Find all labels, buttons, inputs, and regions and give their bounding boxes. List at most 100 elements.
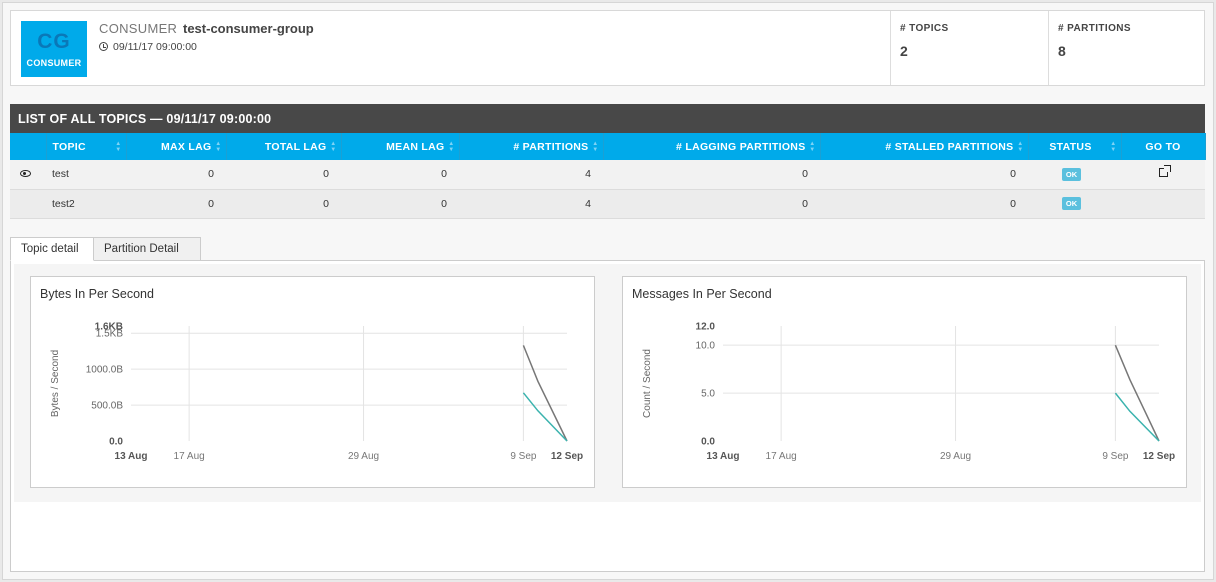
y-tick-label: 1.6KB [95, 322, 123, 333]
mean-lag-cell: 0 [341, 189, 459, 219]
col-stalled-partitions-label: # STALLED PARTITIONS [885, 140, 1014, 153]
lagging-partitions-cell: 0 [603, 160, 820, 190]
stat-partitions: # PARTITIONS 8 [1048, 11, 1204, 85]
external-link-icon[interactable] [1158, 165, 1171, 178]
x-tick-label: 17 Aug [766, 451, 797, 462]
topics-panel: LIST OF ALL TOPICS — 09/11/17 09:00:00 T… [10, 104, 1206, 219]
messages-in-chart-card: Messages In Per Second Count / Second 0.0… [622, 276, 1187, 488]
stat-topics-label: # TOPICS [900, 23, 949, 34]
col-status-label: STATUS [1049, 140, 1092, 153]
status-badge: OK [1061, 167, 1082, 181]
view-cell[interactable] [10, 160, 46, 190]
max-lag-cell: 0 [126, 160, 226, 190]
y-tick-label: 1000.0B [86, 365, 124, 376]
y-axis-label: Bytes / Second [50, 350, 61, 417]
series-line [522, 392, 568, 442]
consumer-name: test-consumer-group [183, 21, 314, 36]
badge-initials: CG [37, 30, 71, 53]
topic-cell: test [46, 160, 126, 190]
x-tick-label: 13 Aug [115, 451, 148, 462]
table-row[interactable]: test 0 0 0 4 0 0 OK [10, 160, 1205, 190]
sort-icon[interactable]: ▲ ▼ [592, 141, 598, 153]
view-cell [10, 189, 46, 219]
x-tick-label: 17 Aug [174, 451, 205, 462]
col-topic-label: TOPIC [52, 140, 86, 153]
bytes-in-chart: Bytes / Second0.0500.0B1000.0B1.5KB1.6KB… [50, 322, 583, 463]
partitions-cell: 4 [459, 160, 603, 190]
col-stalled-partitions[interactable]: # STALLED PARTITIONS ▲ ▼ [820, 133, 1029, 160]
col-partitions-label: # PARTITIONS [513, 140, 589, 153]
col-total-lag[interactable]: TOTAL LAG ▲ ▼ [226, 133, 342, 160]
topics-table: TOPIC ▲ ▼ MAX LAG ▲ ▼ TOTAL LAG ▲ ▼ MEAN LAG ▲ ▼… [10, 133, 1206, 219]
stat-topics-value: 2 [900, 43, 908, 59]
col-mean-lag[interactable]: MEAN LAG ▲ ▼ [341, 133, 460, 160]
col-goto: GO TO [1121, 133, 1206, 160]
col-max-lag-label: MAX LAG [160, 140, 212, 153]
sort-icon[interactable]: ▲ ▼ [1017, 141, 1023, 153]
col-lagging-partitions-label: # LAGGING PARTITIONS [676, 140, 806, 153]
messages-in-chart: Count / Second 0.0 5.0 10.0 12.0 13 Aug 17 Aug… [642, 322, 1175, 463]
stat-partitions-label: # PARTITIONS [1058, 23, 1131, 34]
table-header-row: TOPIC ▲ ▼ MAX LAG ▲ ▼ TOTAL LAG ▲ ▼ MEAN LAG ▲ ▼… [10, 133, 1206, 160]
col-total-lag-label: TOTAL LAG [264, 140, 327, 153]
consumer-header-card: CG CONSUMER CONSUMER test-consumer-group… [10, 10, 1205, 86]
topics-panel-title: LIST OF ALL TOPICS — 09/11/17 09:00:00 [10, 104, 1205, 133]
col-topic[interactable]: TOPIC ▲ ▼ [46, 133, 127, 160]
sort-icon[interactable]: ▲ ▼ [115, 141, 121, 153]
x-tick-label: 12 Sep [551, 451, 583, 462]
status-cell: OK [1028, 189, 1121, 219]
y-tick-label: 500.0B [91, 401, 123, 412]
total-lag-cell: 0 [226, 189, 341, 219]
table-row[interactable]: test2 0 0 0 4 0 0 OK [10, 189, 1205, 219]
col-max-lag[interactable]: MAX LAG ▲ ▼ [126, 133, 227, 160]
sort-icon[interactable]: ▲ ▼ [330, 141, 336, 153]
x-tick-label: 29 Aug [940, 451, 971, 462]
lagging-partitions-cell: 0 [603, 189, 820, 219]
bytes-in-chart-card: Bytes In Per Second Bytes / Second 0.0 500… [30, 276, 595, 488]
series-line [522, 345, 568, 442]
max-lag-cell: 0 [126, 189, 226, 219]
x-tick-label: 13 Aug [707, 451, 740, 462]
col-status[interactable]: STATUS ▲ ▼ [1028, 133, 1122, 160]
topic-cell: test2 [46, 189, 126, 219]
clock-icon [99, 42, 108, 51]
y-tick-label: 5.0 [701, 389, 715, 400]
col-view [10, 133, 47, 160]
mean-lag-cell: 0 [341, 160, 459, 190]
x-tick-label: 29 Aug [348, 451, 379, 462]
status-badge: OK [1061, 197, 1082, 210]
col-partitions[interactable]: # PARTITIONS ▲ ▼ [459, 133, 604, 160]
tab-partition-detail[interactable]: Partition Detail [93, 237, 201, 261]
goto-cell[interactable] [1121, 160, 1205, 190]
col-mean-lag-label: MEAN LAG [386, 140, 445, 153]
col-goto-label: GO TO [1145, 140, 1181, 153]
y-axis-label: Count / Second [642, 349, 653, 418]
stat-partitions-value: 8 [1058, 43, 1066, 59]
y-tick-label: 12.0 [696, 322, 716, 333]
tab-topic-detail[interactable]: Topic detail [10, 237, 94, 261]
sort-icon[interactable]: ▲ ▼ [215, 141, 221, 153]
col-lagging-partitions[interactable]: # LAGGING PARTITIONS ▲ ▼ [603, 133, 821, 160]
sort-icon[interactable]: ▲ ▼ [1110, 141, 1116, 153]
goto-cell [1121, 189, 1205, 219]
stat-topics: # TOPICS 2 [890, 11, 1048, 85]
consumer-timestamp: 09/11/17 09:00:00 [113, 41, 197, 53]
x-tick-label: 9 Sep [510, 451, 537, 462]
sort-icon[interactable]: ▲ ▼ [809, 141, 815, 153]
y-tick-label: 0.0 [109, 437, 123, 448]
partitions-cell: 4 [459, 189, 603, 219]
total-lag-cell: 0 [226, 160, 341, 190]
badge-label: CONSUMER [26, 58, 82, 68]
consumer-timestamp-row: 09/11/17 09:00:00 [99, 41, 197, 53]
x-tick-label: 9 Sep [1102, 451, 1129, 462]
charts-area: Bytes In Per Second Bytes / Second 0.0 500… [14, 264, 1201, 502]
consumer-badge: CG CONSUMER [21, 21, 87, 77]
series-line [1114, 392, 1160, 442]
y-tick-label: 0.0 [701, 437, 715, 448]
consumer-kind-label: CONSUMER [99, 21, 178, 36]
stalled-partitions-cell: 0 [820, 160, 1028, 190]
stalled-partitions-cell: 0 [820, 189, 1028, 219]
sort-icon[interactable]: ▲ ▼ [448, 141, 454, 153]
eye-icon[interactable] [19, 170, 31, 178]
x-tick-label: 12 Sep [1143, 451, 1175, 462]
